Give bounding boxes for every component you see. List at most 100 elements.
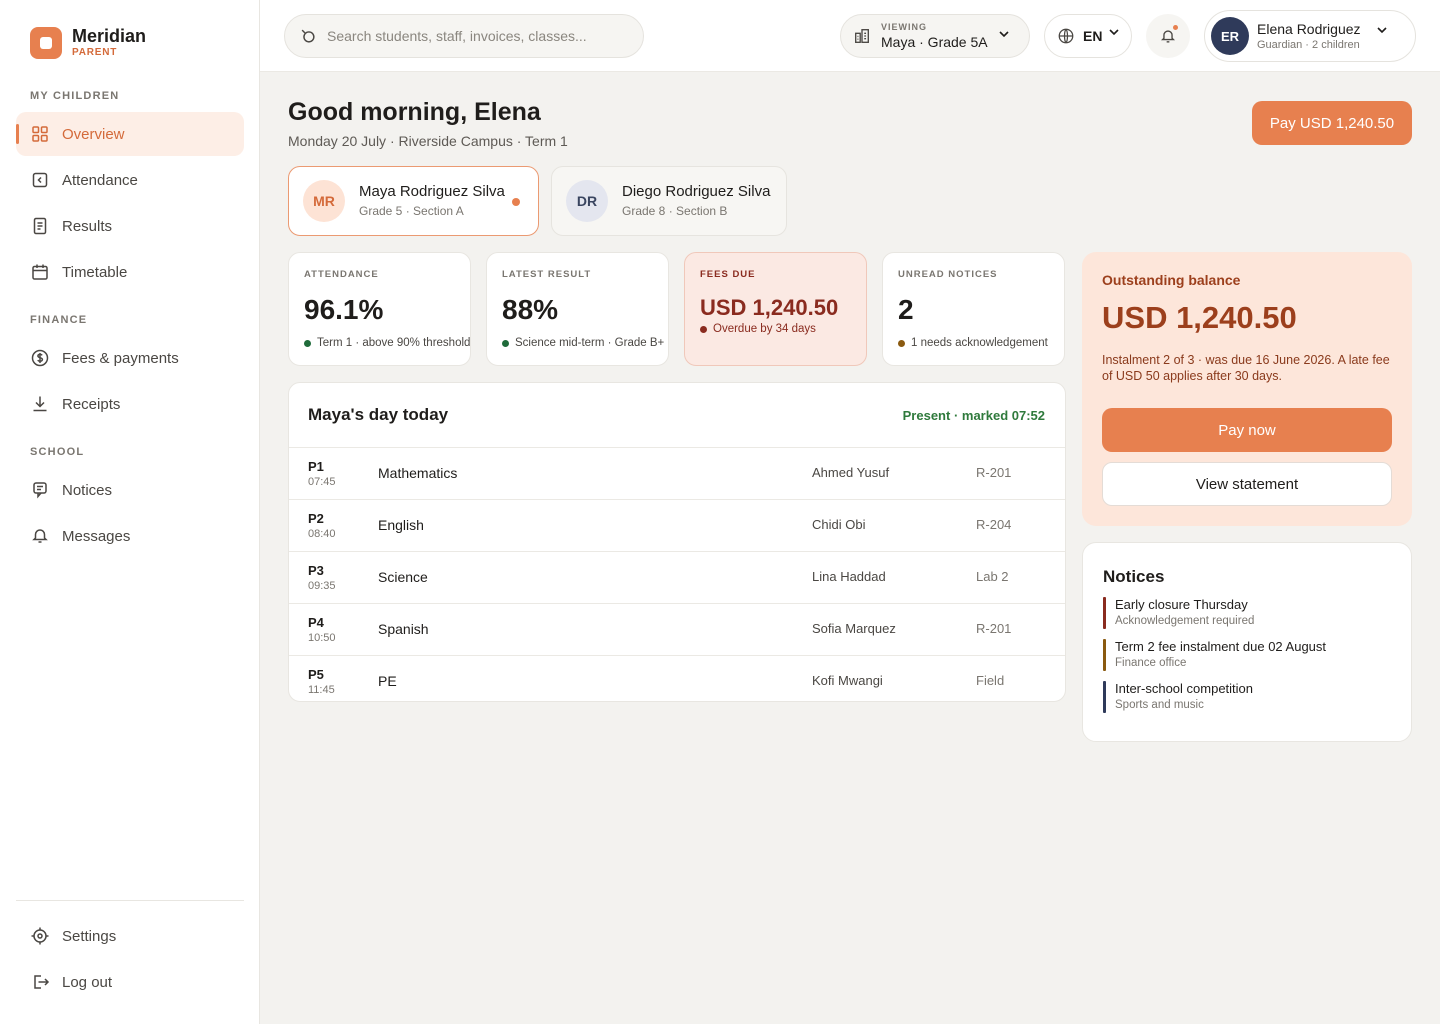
search-box[interactable] — [284, 14, 644, 58]
sidebar-item-settings[interactable]: Settings — [16, 914, 244, 958]
stat-value: 2 — [898, 294, 914, 325]
teacher: Lina Haddad — [812, 569, 886, 584]
sidebar-item-overview[interactable]: Overview — [16, 112, 244, 156]
notice-sub: Sports and music — [1115, 699, 1204, 711]
nav-section-school: SCHOOL — [30, 446, 85, 458]
list-item[interactable]: Inter-school competition Sports and musi… — [1103, 681, 1391, 713]
status-dot — [898, 339, 905, 347]
sidebar-item-label: Results — [62, 217, 113, 235]
globe-icon — [1058, 28, 1074, 44]
status-dot — [502, 339, 509, 347]
table-row[interactable]: P5 11:45 PE Kofi Mwangi Field — [289, 655, 1065, 701]
period-number: P4 — [308, 615, 324, 630]
period-number: P3 — [308, 563, 324, 578]
notice-title: Inter-school competition — [1115, 681, 1254, 696]
room: Lab 2 — [976, 569, 1009, 584]
document-icon — [33, 217, 47, 235]
notifications-button[interactable] — [1146, 14, 1190, 58]
child-name: Diego Rodriguez Silva — [622, 183, 771, 200]
status-dot — [700, 325, 707, 333]
user-role: Guardian · 2 children — [1257, 39, 1360, 51]
sidebar-item-receipts[interactable]: Receipts — [16, 382, 244, 426]
teacher: Ahmed Yusuf — [812, 465, 890, 480]
stat-card-fees-due[interactable]: FEES DUE USD 1,240.50 Overdue by 34 days — [684, 252, 867, 366]
notice-sub: Finance office — [1115, 657, 1187, 669]
attendance-status: Present · marked 07:52 — [902, 408, 1045, 423]
brand-name: Meridian — [72, 26, 147, 46]
child-grade: Grade 8 · Section B — [622, 204, 728, 218]
period-number: P2 — [308, 511, 324, 526]
room: Field — [976, 673, 1005, 688]
child-grade: Grade 5 · Section A — [359, 204, 464, 218]
sidebar-item-logout[interactable]: Log out — [16, 960, 244, 1004]
notice-title: Early closure Thursday — [1115, 597, 1248, 612]
period-time: 10:50 — [308, 632, 336, 644]
search-input[interactable] — [327, 28, 617, 44]
stat-note-text: Term 1 · above 90% threshold — [317, 337, 471, 349]
period-number: P1 — [308, 459, 324, 474]
stat-label: LATEST RESULT — [502, 269, 592, 280]
stat-card-attendance[interactable]: ATTENDANCE 96.1% Term 1 · above 90% thre… — [288, 252, 471, 366]
child-name: Maya Rodriguez Silva — [359, 183, 505, 200]
gear-icon — [31, 927, 49, 945]
viewing-selector[interactable]: VIEWING Maya · Grade 5A — [840, 14, 1030, 58]
grid-icon — [32, 126, 48, 142]
language-selector[interactable]: EN — [1044, 14, 1132, 58]
chevron-down-icon — [1377, 27, 1387, 34]
balance-description: Instalment 2 of 3 · was due 16 June 2026… — [1102, 353, 1390, 383]
period-number: P5 — [308, 667, 324, 682]
stat-note: Term 1 · above 90% threshold — [304, 337, 470, 349]
sidebar-item-label: Settings — [62, 927, 117, 945]
child-card-diego[interactable]: DR Diego Rodriguez Silva Grade 8 · Secti… — [551, 166, 787, 236]
stat-note: Science mid-term · Grade B+ — [502, 337, 664, 349]
stat-note-text: Overdue by 34 days — [713, 323, 816, 335]
subject: PE — [378, 673, 397, 689]
notice-color-bar — [1103, 597, 1106, 629]
pay-balance-button[interactable]: Pay USD 1,240.50 — [1252, 101, 1412, 145]
sidebar-item-attendance[interactable]: Attendance — [16, 158, 244, 202]
stat-value: 88% — [502, 294, 559, 325]
notice-title: Term 2 fee instalment due 02 August — [1115, 639, 1327, 654]
table-row[interactable]: P1 07:45 Mathematics Ahmed Yusuf R-201 — [289, 447, 1065, 499]
selected-indicator — [512, 198, 520, 206]
sidebar: Meridian PARENT MY CHILDREN Overview Att… — [0, 0, 260, 1024]
table-row[interactable]: P3 09:35 Science Lina Haddad Lab 2 — [289, 551, 1065, 603]
brand-logo-icon — [30, 27, 62, 59]
view-statement-button[interactable]: View statement — [1102, 462, 1392, 506]
period-time: 11:45 — [308, 684, 335, 696]
stat-label: UNREAD NOTICES — [898, 269, 998, 280]
stat-note: Overdue by 34 days — [700, 323, 816, 335]
sidebar-item-results[interactable]: Results — [16, 204, 244, 248]
stat-value: USD 1,240.50 — [700, 295, 839, 320]
stat-card-unread-notices[interactable]: UNREAD NOTICES 2 1 needs acknowledgement — [882, 252, 1065, 366]
list-item[interactable]: Term 2 fee instalment due 02 August Fina… — [1103, 639, 1391, 671]
list-item[interactable]: Early closure Thursday Acknowledgement r… — [1103, 597, 1391, 629]
sidebar-item-timetable[interactable]: Timetable — [16, 250, 244, 294]
sidebar-item-label: Overview — [62, 125, 125, 143]
notice-color-bar — [1103, 639, 1106, 671]
notices-title: Notices — [1103, 567, 1165, 586]
schedule-title: Maya's day today — [308, 405, 449, 424]
table-row[interactable]: P2 08:40 English Chidi Obi R-204 — [289, 499, 1065, 551]
stat-card-latest-result[interactable]: LATEST RESULT 88% Science mid-term · Gra… — [486, 252, 669, 366]
period-time: 08:40 — [308, 528, 336, 540]
avatar: ER — [1211, 17, 1249, 55]
teacher: Kofi Mwangi — [812, 673, 883, 688]
brand[interactable]: Meridian PARENT — [30, 26, 146, 60]
user-menu[interactable]: ER Elena Rodriguez Guardian · 2 children — [1204, 10, 1416, 62]
table-row[interactable]: P4 10:50 Spanish Sofia Marquez R-201 — [289, 603, 1065, 655]
child-card-maya[interactable]: MR Maya Rodriguez Silva Grade 5 · Sectio… — [288, 166, 539, 236]
subject: English — [378, 517, 424, 533]
sidebar-item-label: Timetable — [62, 263, 128, 281]
sidebar-item-notices[interactable]: Notices — [16, 468, 244, 512]
stat-label: FEES DUE — [700, 269, 756, 280]
sidebar-item-fees-payments[interactable]: Fees & payments — [16, 336, 244, 380]
page-title: Good morning, Elena — [288, 98, 541, 126]
language-code: EN — [1083, 28, 1103, 44]
pay-now-button[interactable]: Pay now — [1102, 408, 1392, 452]
attendance-icon — [32, 172, 48, 188]
notice-sub: Acknowledgement required — [1115, 615, 1255, 627]
sidebar-item-messages[interactable]: Messages — [16, 514, 244, 558]
period-time: 09:35 — [308, 580, 336, 592]
viewing-value: Maya · Grade 5A — [881, 34, 988, 50]
